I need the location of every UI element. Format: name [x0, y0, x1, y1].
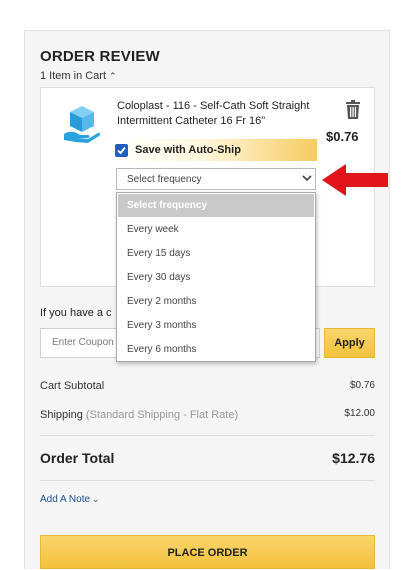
- coupon-label: If you have a c: [40, 307, 112, 319]
- frequency-option[interactable]: Select frequency: [118, 194, 314, 217]
- coupon-placeholder: Enter Coupon: [52, 337, 114, 348]
- divider: [40, 435, 375, 436]
- chevron-up-icon: ⌃: [109, 71, 117, 81]
- order-total-label: Order Total: [40, 450, 115, 466]
- divider: [40, 480, 375, 481]
- autoship-label: Save with Auto-Ship: [135, 144, 241, 156]
- subtotal-value: $0.76: [349, 380, 375, 391]
- apply-coupon-button[interactable]: Apply: [324, 328, 375, 358]
- red-arrow-icon: [322, 164, 388, 196]
- add-note-label: Add A Note: [40, 494, 91, 505]
- chevron-down-icon: [302, 175, 312, 182]
- chevron-down-icon: ⌄: [92, 494, 100, 504]
- place-order-button[interactable]: PLACE ORDER: [40, 535, 375, 569]
- shipping-row: Shipping (Standard Shipping - Flat Rate): [40, 409, 238, 421]
- box-hand-icon: [64, 106, 101, 143]
- product-name-link[interactable]: Coloplast - 116 - Self-Cath Soft Straigh…: [117, 99, 317, 129]
- frequency-option[interactable]: Every week: [118, 218, 314, 241]
- trash-icon[interactable]: [345, 100, 361, 120]
- frequency-option[interactable]: Every 6 months: [118, 338, 314, 361]
- frequency-select-value: Select frequency: [127, 174, 202, 185]
- frequency-option[interactable]: Every 2 months: [118, 290, 314, 313]
- order-total-value: $12.76: [332, 450, 375, 466]
- frequency-dropdown: Select frequency Every week Every 15 day…: [116, 192, 316, 362]
- checkmark-icon: [117, 146, 126, 155]
- autoship-checkbox[interactable]: [115, 144, 128, 157]
- shipping-method: (Standard Shipping - Flat Rate): [85, 409, 239, 421]
- frequency-option[interactable]: Every 30 days: [118, 266, 314, 289]
- order-review-title: ORDER REVIEW: [40, 48, 160, 65]
- add-note-link[interactable]: Add A Note ⌄: [40, 494, 100, 505]
- shipping-label: Shipping: [40, 409, 83, 421]
- frequency-option[interactable]: Every 3 months: [118, 314, 314, 337]
- frequency-option[interactable]: Every 15 days: [118, 242, 314, 265]
- items-in-cart-toggle[interactable]: 1 Item in Cart ⌃: [40, 70, 117, 82]
- subtotal-label: Cart Subtotal: [40, 380, 105, 392]
- shipping-value: $12.00: [344, 408, 375, 419]
- items-in-cart-label: 1 Item in Cart: [40, 70, 107, 82]
- product-price: $0.76: [326, 129, 359, 144]
